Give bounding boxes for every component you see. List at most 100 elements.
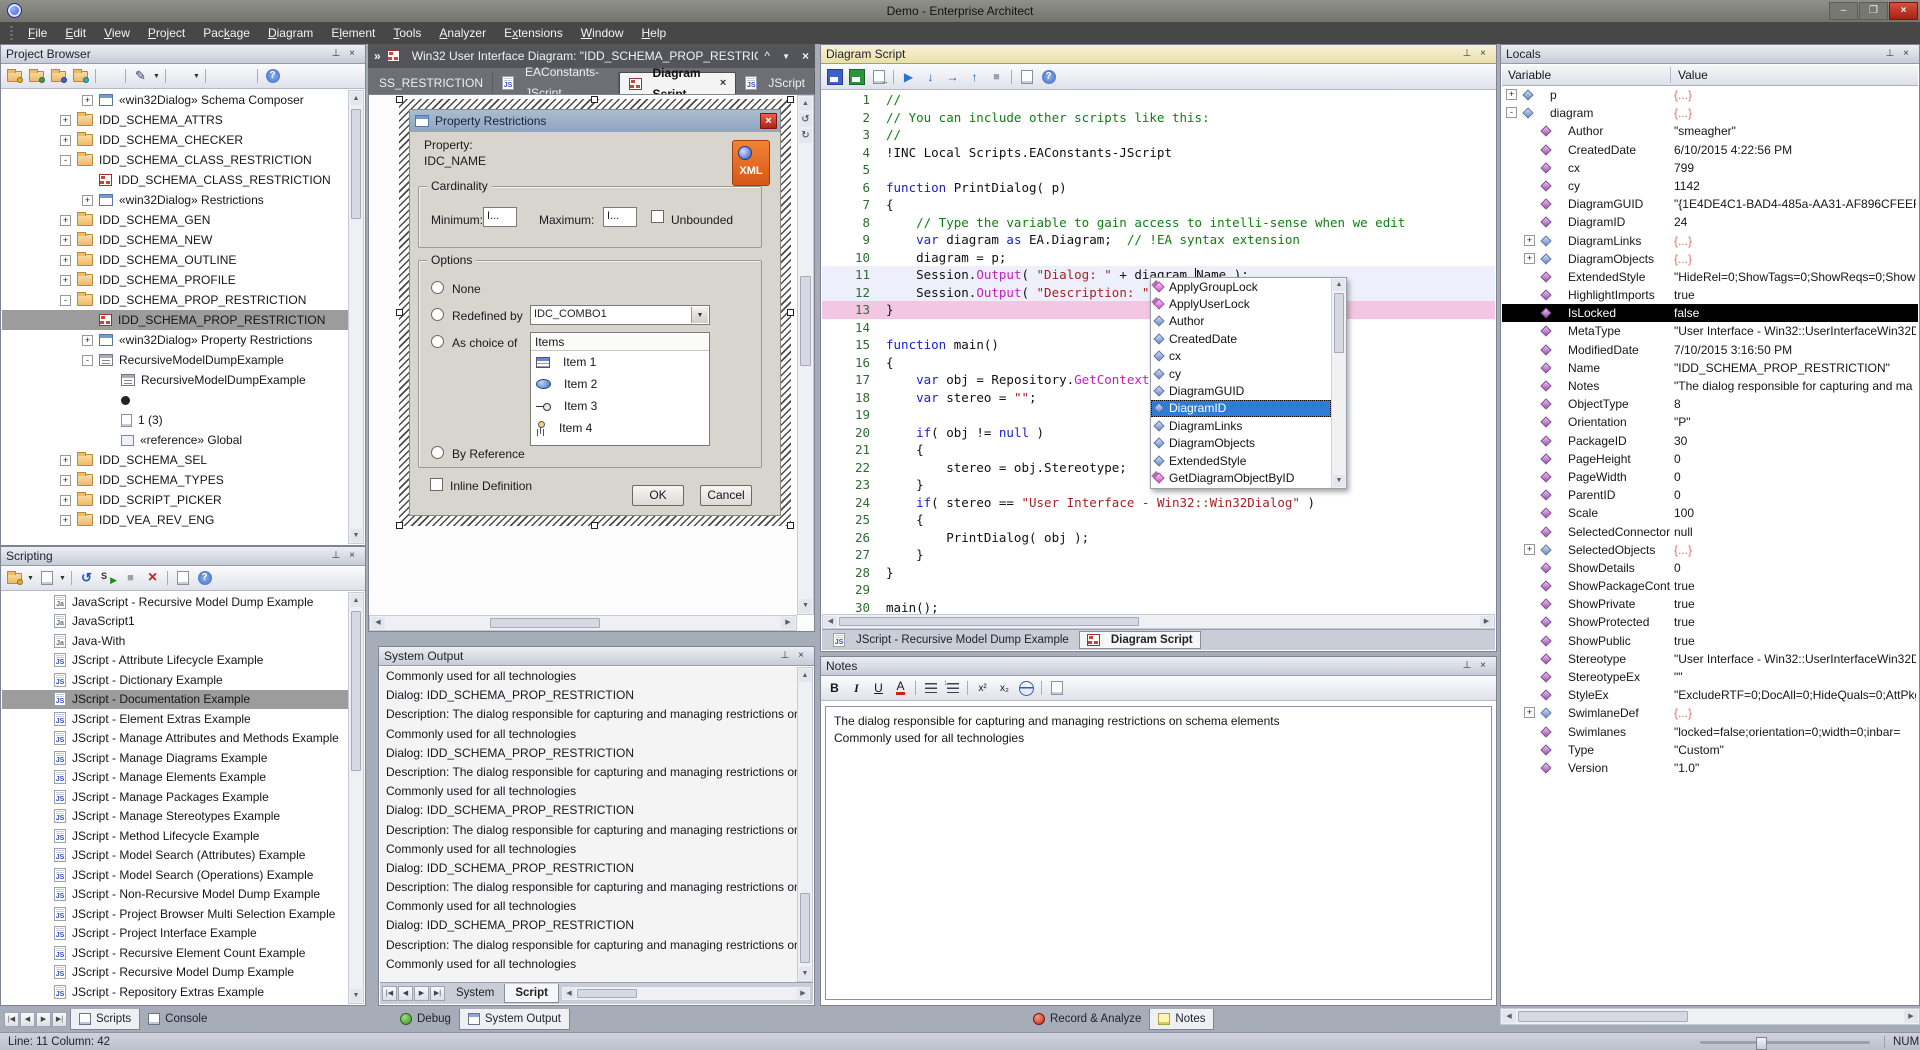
expand-toggle-icon[interactable]: + xyxy=(60,235,71,246)
pin-icon[interactable]: ⊥ xyxy=(777,649,793,663)
save-all-icon[interactable] xyxy=(846,67,867,86)
tree-item[interactable]: +IDD_SCHEMA_SEL xyxy=(2,450,348,470)
menu-edit[interactable]: Edit xyxy=(56,22,95,44)
locals-row[interactable]: ExtendedStyle"HideRel=0;ShowTags=0;ShowR… xyxy=(1502,268,1918,286)
expand-toggle-icon[interactable]: + xyxy=(60,495,71,506)
locals-row[interactable]: PageWidth0 xyxy=(1502,468,1918,486)
completion-item[interactable]: cx xyxy=(1151,348,1331,365)
close-icon[interactable]: × xyxy=(1475,659,1491,673)
items-listbox[interactable]: Items Item 1Item 2Item 3Item 4Item 5 xyxy=(530,332,710,446)
locals-row[interactable]: Notes"The dialog responsible for capturi… xyxy=(1502,377,1918,395)
selection-hatch-border[interactable]: Property Restrictions × XML Property: ID… xyxy=(399,99,791,526)
fontcolor-icon[interactable] xyxy=(890,679,911,698)
locals-row[interactable]: DiagramID24 xyxy=(1502,213,1918,231)
new-group-icon[interactable] xyxy=(4,569,25,588)
close-icon[interactable]: × xyxy=(344,47,360,61)
inline-definition-checkbox[interactable] xyxy=(430,478,443,491)
script-item[interactable]: JScript - Non-Recursive Model Dump Examp… xyxy=(2,885,348,905)
save-icon[interactable] xyxy=(824,67,845,86)
output-tab-system[interactable]: System xyxy=(446,984,504,1003)
redefined-by-radio[interactable] xyxy=(431,308,444,321)
pin-icon[interactable]: ⊥ xyxy=(328,549,344,563)
stop-d-icon[interactable] xyxy=(120,569,141,588)
dock-tab-console[interactable]: Console xyxy=(140,1009,215,1030)
close-button[interactable]: × xyxy=(1889,2,1918,20)
help-icon[interactable] xyxy=(262,67,283,86)
locals-row[interactable]: Type"Custom" xyxy=(1502,741,1918,759)
canvas-vertical-scrollbar[interactable]: ▲ ↺ ↻ ▼ xyxy=(797,95,814,615)
expand-toggle-icon[interactable]: - xyxy=(1506,107,1517,118)
menu-extensions[interactable]: Extensions xyxy=(495,22,572,44)
duplicate-icon[interactable] xyxy=(170,67,191,86)
window-titlebar[interactable]: Demo - Enterprise Architect –❐× xyxy=(0,0,1920,22)
script-item[interactable]: JScript - Documentation Example xyxy=(2,690,348,710)
script-item[interactable]: JScript - Recursive Model Dump Example xyxy=(2,963,348,983)
tree-item[interactable]: -IDD_SCHEMA_PROP_RESTRICTION xyxy=(2,290,348,310)
menu-package[interactable]: Package xyxy=(194,22,259,44)
diagram-canvas[interactable]: Property Restrictions × XML Property: ID… xyxy=(368,94,815,632)
locals-row[interactable]: Stereotype"User Interface - Win32::UserI… xyxy=(1502,650,1918,668)
editor-tab[interactable]: JScript - Recursive Model Dump Example xyxy=(825,631,1077,649)
redefined-by-combobox[interactable]: IDC_COMBO1 ▼ xyxy=(530,305,710,325)
minimize-button[interactable]: – xyxy=(1829,2,1858,20)
dropdown-scrollbar[interactable]: ▲ ▼ xyxy=(1331,278,1346,488)
pager-button[interactable]: |◀ xyxy=(4,1012,19,1027)
combo-dropdown-icon[interactable]: ▼ xyxy=(691,307,708,323)
close-icon[interactable]: × xyxy=(344,549,360,563)
code-line[interactable]: 2// You can include other scripts like t… xyxy=(822,109,1495,127)
menu-file[interactable]: File xyxy=(19,22,56,44)
script-item[interactable]: JavaScript - Recursive Model Dump Exampl… xyxy=(2,592,348,612)
menu-tools[interactable]: Tools xyxy=(384,22,430,44)
tab-overflow-icon[interactable]: ^ xyxy=(764,49,770,63)
intellisense-dropdown[interactable]: ApplyGroupLockApplyUserLockAuthorCreated… xyxy=(1150,277,1347,489)
close-icon[interactable]: × xyxy=(1898,47,1914,61)
locals-row[interactable]: +DiagramObjects{...} xyxy=(1502,250,1918,268)
dock-tab-notes[interactable]: Notes xyxy=(1149,1009,1214,1030)
locals-row[interactable]: SelectedConnectornull xyxy=(1502,523,1918,541)
code-line[interactable]: 9 var diagram as EA.Diagram; // !EA synt… xyxy=(822,231,1495,249)
completion-item[interactable]: DiagramObjects xyxy=(1151,435,1331,452)
pager-button[interactable]: ▶ xyxy=(414,986,429,1001)
tree-item[interactable]: IDD_SCHEMA_CLASS_RESTRICTION xyxy=(2,170,348,190)
document-tab[interactable]: SS_RESTRICTION xyxy=(370,72,493,94)
expand-toggle-icon[interactable]: + xyxy=(82,335,93,346)
edit-icon[interactable] xyxy=(130,67,151,86)
code-line[interactable]: 29 xyxy=(822,581,1495,599)
script-item[interactable]: JScript - Recursive Element Count Exampl… xyxy=(2,943,348,963)
locals-row[interactable]: StereotypeEx"" xyxy=(1502,668,1918,686)
script-item[interactable]: JScript - Manage Elements Example xyxy=(2,768,348,788)
italic-icon[interactable] xyxy=(846,679,867,698)
script-item[interactable]: JScript - Repository Extras Example xyxy=(2,982,348,1002)
expand-toggle-icon[interactable]: + xyxy=(60,515,71,526)
view-source-icon[interactable] xyxy=(1046,679,1067,698)
locals-row[interactable]: cx799 xyxy=(1502,159,1918,177)
locals-row[interactable]: DiagramGUID"{1E4DE4C1-BAD4-485a-AA31-AF8… xyxy=(1502,195,1918,213)
completion-item[interactable]: DiagramLinks xyxy=(1151,417,1331,434)
script-item[interactable]: JScript - Method Lifecycle Example xyxy=(2,826,348,846)
locals-row[interactable]: +SelectedObjects{...} xyxy=(1502,541,1918,559)
listbox-item[interactable]: Item 4 xyxy=(531,417,709,439)
tree-item[interactable]: RecursiveModelDumpExample xyxy=(2,370,348,390)
locals-row[interactable]: HighlightImportstrue xyxy=(1502,286,1918,304)
move-up-icon[interactable] xyxy=(210,67,231,86)
stop-icon[interactable] xyxy=(986,67,1007,86)
locals-row[interactable]: MetaType"User Interface - Win32::UserInt… xyxy=(1502,322,1918,340)
none-radio[interactable] xyxy=(431,281,444,294)
document-tab[interactable]: Diagram Script× xyxy=(619,72,737,94)
expand-toggle-icon[interactable]: + xyxy=(1524,707,1535,718)
script-item[interactable]: JScript - Attribute Lifecycle Example xyxy=(2,651,348,671)
code-line[interactable]: 24 if( stereo == "User Interface - Win32… xyxy=(822,494,1495,512)
locals-row[interactable]: -diagram{...} xyxy=(1502,104,1918,122)
code-line[interactable]: 4!INC Local Scripts.EAConstants-JScript xyxy=(822,144,1495,162)
completion-item[interactable]: CreatedDate xyxy=(1151,330,1331,347)
dock-tab-record-analyze[interactable]: Record & Analyze xyxy=(1025,1009,1149,1030)
code-line[interactable]: 7{ xyxy=(822,196,1495,214)
sub-icon[interactable] xyxy=(994,679,1015,698)
expand-toggle-icon[interactable]: + xyxy=(82,95,93,106)
tree-item[interactable]: +IDD_SCHEMA_PROFILE xyxy=(2,270,348,290)
step-over-icon[interactable] xyxy=(942,67,963,86)
expand-toggle-icon[interactable]: + xyxy=(1506,89,1517,100)
help-icon[interactable] xyxy=(194,569,215,588)
mock-close-button[interactable]: × xyxy=(760,113,777,129)
as-choice-of-radio[interactable] xyxy=(431,335,444,348)
